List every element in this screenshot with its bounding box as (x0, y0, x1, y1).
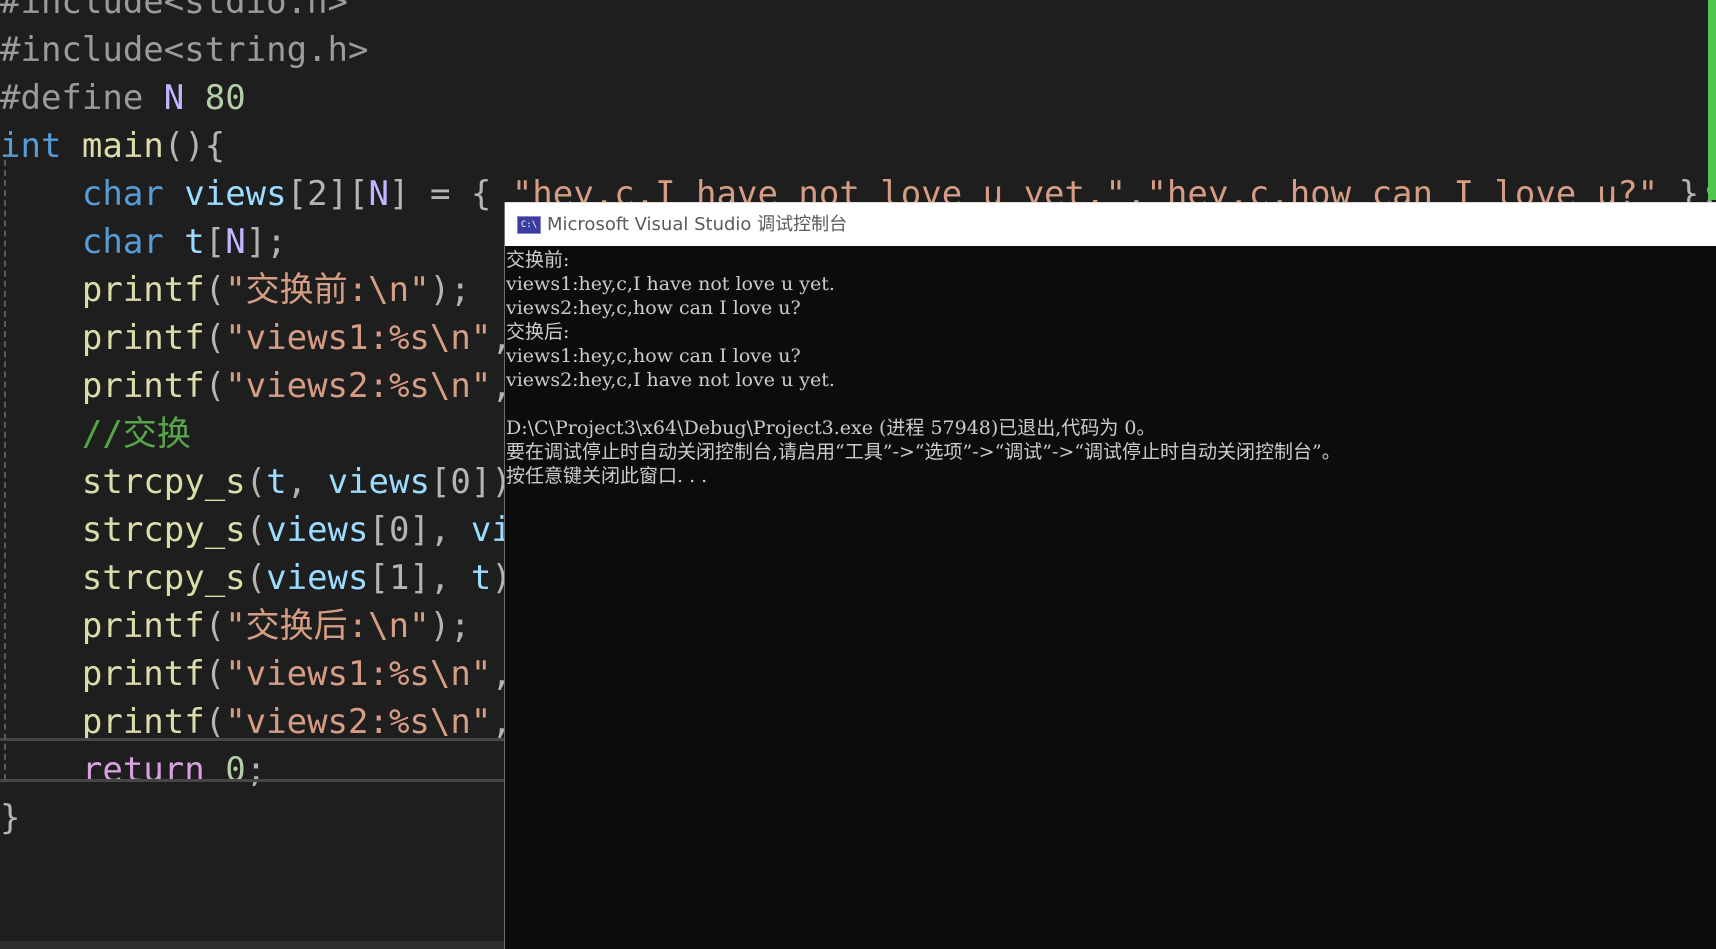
code-token: ( (204, 366, 226, 406)
code-token: printf (81, 654, 205, 694)
indent-guide (4, 160, 6, 780)
code-line[interactable]: #include<string.h> (0, 26, 368, 74)
code-token: } (0, 798, 21, 838)
console-output: 交换前: views1:hey,c,I have not love u yet. v… (505, 246, 1716, 488)
code-token: #define (0, 78, 164, 118)
code-token: [ (204, 222, 226, 262)
code-line[interactable]: char t[N]; (0, 218, 287, 266)
console-titlebar[interactable]: C:\ Microsoft Visual Studio 调试控制台 (505, 202, 1716, 246)
code-token: main (81, 126, 164, 166)
code-token: printf (81, 366, 205, 406)
code-token: ( (204, 654, 226, 694)
code-line[interactable]: //交换 (0, 410, 191, 458)
console-app-icon: C:\ (517, 216, 541, 234)
code-token: (){ (163, 126, 226, 166)
code-token: ( (245, 462, 267, 502)
code-line[interactable]: strcpy_s(views[0], views (0, 506, 573, 554)
console-line: views2:hey,c,I have not love u yet. (506, 369, 835, 391)
code-token: N (163, 78, 185, 118)
console-line: views1:hey,c,I have not love u yet. (506, 273, 835, 295)
code-token: ( (245, 510, 267, 550)
console-line: 交换后: (506, 321, 570, 343)
code-token: strcpy_s (81, 462, 246, 502)
code-token: [1], (368, 558, 471, 598)
code-token: "views1:%s\n" (225, 318, 492, 358)
code-token: ( (245, 558, 267, 598)
code-token: printf (81, 702, 205, 742)
console-line: views1:hey,c,how can I love u? (506, 345, 801, 367)
code-token: views (184, 174, 287, 214)
code-token: ); (429, 606, 471, 646)
code-token: ( (204, 606, 226, 646)
console-line: 按任意键关闭此窗口. . . (506, 465, 708, 487)
code-token: ]; (245, 222, 287, 262)
code-token: printf (81, 270, 205, 310)
code-token: ( (204, 702, 226, 742)
code-line[interactable]: #define N 80 (0, 74, 246, 122)
code-token: 80 (184, 78, 246, 118)
code-token: #include<stdio.h> (0, 0, 348, 22)
code-line[interactable]: strcpy_s(t, views[0]); (0, 458, 532, 506)
code-token: t (184, 222, 205, 262)
code-token: N (368, 174, 389, 214)
console-line: 交换前: (506, 249, 570, 271)
code-token: , (286, 462, 328, 502)
console-title: Microsoft Visual Studio 调试控制台 (547, 214, 848, 235)
code-token: views (327, 462, 430, 502)
code-token: t (266, 462, 287, 502)
code-token: N (225, 222, 246, 262)
code-token: ); (429, 270, 471, 310)
code-token: [2][ (286, 174, 369, 214)
code-line[interactable]: printf("交换后:\n"); (0, 602, 471, 650)
code-token: "views2:%s\n" (225, 702, 492, 742)
code-token: ( (204, 270, 226, 310)
code-token: views (266, 510, 369, 550)
code-token: int (0, 126, 62, 166)
code-token: "交换后:\n" (225, 606, 430, 646)
code-line[interactable]: strcpy_s(views[1], t); (0, 554, 532, 602)
code-token: "交换前:\n" (225, 270, 430, 310)
code-line[interactable]: int main(){ (0, 122, 225, 170)
code-token: printf (81, 606, 205, 646)
code-line[interactable]: printf("交换前:\n"); (0, 266, 471, 314)
code-token: "views1:%s\n" (225, 654, 492, 694)
code-token: printf (81, 318, 205, 358)
code-token: ( (204, 318, 226, 358)
code-token: t (470, 558, 492, 598)
code-line[interactable]: } (0, 794, 20, 842)
console-line: views2:hey,c,how can I love u? (506, 297, 801, 319)
console-line: 要在调试停止时自动关闭控制台,请启用“工具”->“选项”->“调试”->“调试停… (506, 441, 1341, 463)
change-indicator-bar (1708, 0, 1716, 200)
code-token: [0], (368, 510, 471, 550)
code-token: //交换 (81, 414, 191, 454)
code-token: views (266, 558, 369, 598)
code-token: strcpy_s (81, 510, 246, 550)
code-line[interactable]: #include<stdio.h> (0, 0, 348, 26)
code-token: "views2:%s\n" (225, 366, 492, 406)
code-token: #include<string.h> (0, 30, 369, 70)
code-token: char (81, 222, 164, 262)
code-token: char (81, 174, 164, 214)
debug-console-window[interactable]: C:\ Microsoft Visual Studio 调试控制台 交换前: vi… (504, 202, 1716, 949)
code-token: ] = { (389, 174, 512, 214)
console-line: D:\C\Project3\x64\Debug\Project3.exe (进程… (506, 417, 1156, 439)
code-token: strcpy_s (81, 558, 246, 598)
